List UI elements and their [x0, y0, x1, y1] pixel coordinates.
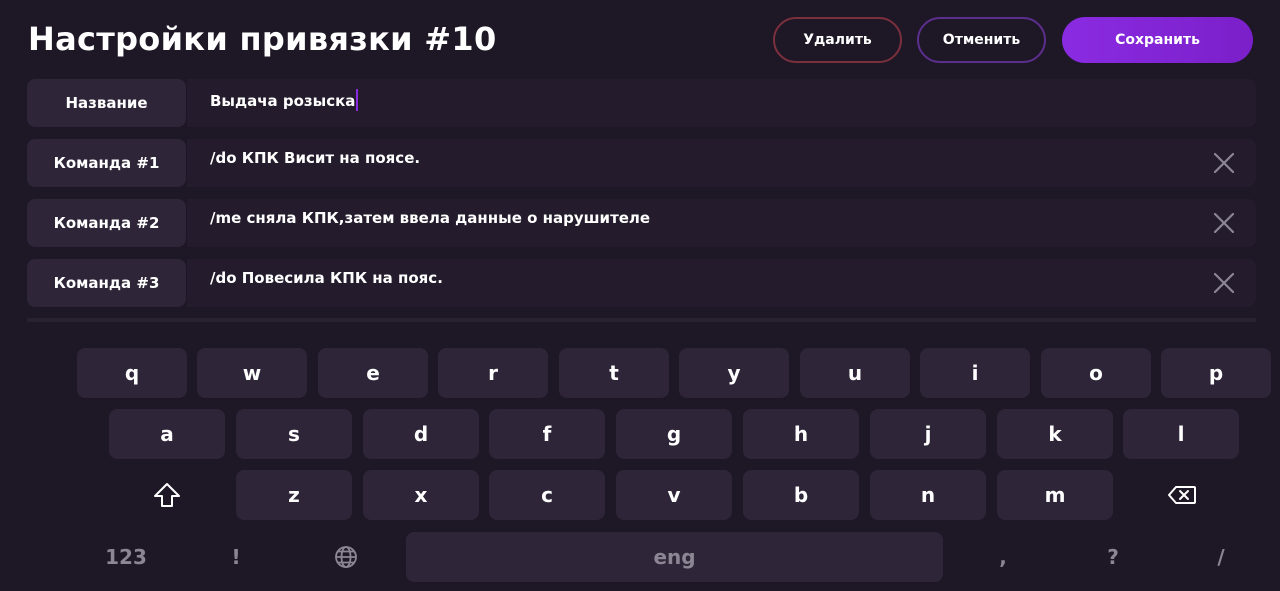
key-l[interactable]: l — [1123, 409, 1239, 459]
command-1-value: /do КПК Висит на поясе. — [210, 149, 421, 167]
slash-key[interactable]: / — [1190, 532, 1252, 582]
shift-icon[interactable] — [130, 470, 204, 520]
remove-command-2-close-icon[interactable] — [1214, 213, 1234, 233]
command-1-label: Команда #1 — [27, 139, 186, 187]
space-key[interactable]: eng — [406, 532, 943, 582]
key-a[interactable]: a — [109, 409, 225, 459]
key-z[interactable]: z — [236, 470, 352, 520]
name-row: Название Выдача розыска — [27, 79, 1256, 127]
name-label: Название — [27, 79, 186, 127]
delete-button[interactable]: Удалить — [773, 17, 902, 63]
command-2-value: /me сняла КПК,затем ввела данные о наруш… — [210, 209, 651, 227]
key-t[interactable]: t — [559, 348, 669, 398]
command-row-3: Команда #3 /do Повесила КПК на пояс. — [27, 259, 1256, 307]
save-button[interactable]: Сохранить — [1062, 17, 1253, 63]
exclaim-key[interactable]: ! — [205, 532, 267, 582]
name-input-value: Выдача розыска — [210, 92, 356, 110]
key-e[interactable]: e — [318, 348, 428, 398]
name-input[interactable]: Выдача розыска — [187, 79, 1256, 127]
command-2-input[interactable]: /me сняла КПК,затем ввела данные о наруш… — [187, 199, 1256, 247]
key-v[interactable]: v — [616, 470, 732, 520]
key-u[interactable]: u — [800, 348, 910, 398]
command-2-label: Команда #2 — [27, 199, 186, 247]
key-y[interactable]: y — [679, 348, 789, 398]
key-r[interactable]: r — [438, 348, 548, 398]
page-title: Настройки привязки #10 — [28, 20, 497, 58]
key-k[interactable]: k — [997, 409, 1113, 459]
key-b[interactable]: b — [743, 470, 859, 520]
remove-command-3-close-icon[interactable] — [1214, 273, 1234, 293]
key-c[interactable]: c — [489, 470, 605, 520]
key-p[interactable]: p — [1161, 348, 1271, 398]
key-s[interactable]: s — [236, 409, 352, 459]
command-3-value: /do Повесила КПК на пояс. — [210, 269, 443, 287]
text-caret — [356, 89, 359, 111]
globe-icon[interactable] — [315, 532, 377, 582]
key-o[interactable]: o — [1041, 348, 1151, 398]
key-x[interactable]: x — [363, 470, 479, 520]
key-j[interactable]: j — [870, 409, 986, 459]
key-m[interactable]: m — [997, 470, 1113, 520]
numbers-key[interactable]: 123 — [90, 532, 162, 582]
key-w[interactable]: w — [197, 348, 307, 398]
list-scroll-edge — [27, 318, 1256, 322]
command-1-input[interactable]: /do КПК Висит на поясе. — [187, 139, 1256, 187]
command-row-2: Команда #2 /me сняла КПК,затем ввела дан… — [27, 199, 1256, 247]
key-q[interactable]: q — [77, 348, 187, 398]
cancel-button[interactable]: Отменить — [917, 17, 1046, 63]
key-d[interactable]: d — [363, 409, 479, 459]
key-f[interactable]: f — [489, 409, 605, 459]
backspace-icon[interactable] — [1146, 470, 1218, 520]
question-key[interactable]: ? — [1082, 532, 1144, 582]
key-g[interactable]: g — [616, 409, 732, 459]
command-3-input[interactable]: /do Повесила КПК на пояс. — [187, 259, 1256, 307]
key-h[interactable]: h — [743, 409, 859, 459]
key-n[interactable]: n — [870, 470, 986, 520]
command-3-label: Команда #3 — [27, 259, 186, 307]
command-row-1: Команда #1 /do КПК Висит на поясе. — [27, 139, 1256, 187]
key-i[interactable]: i — [920, 348, 1030, 398]
remove-command-1-close-icon[interactable] — [1214, 153, 1234, 173]
comma-key[interactable]: , — [972, 532, 1034, 582]
